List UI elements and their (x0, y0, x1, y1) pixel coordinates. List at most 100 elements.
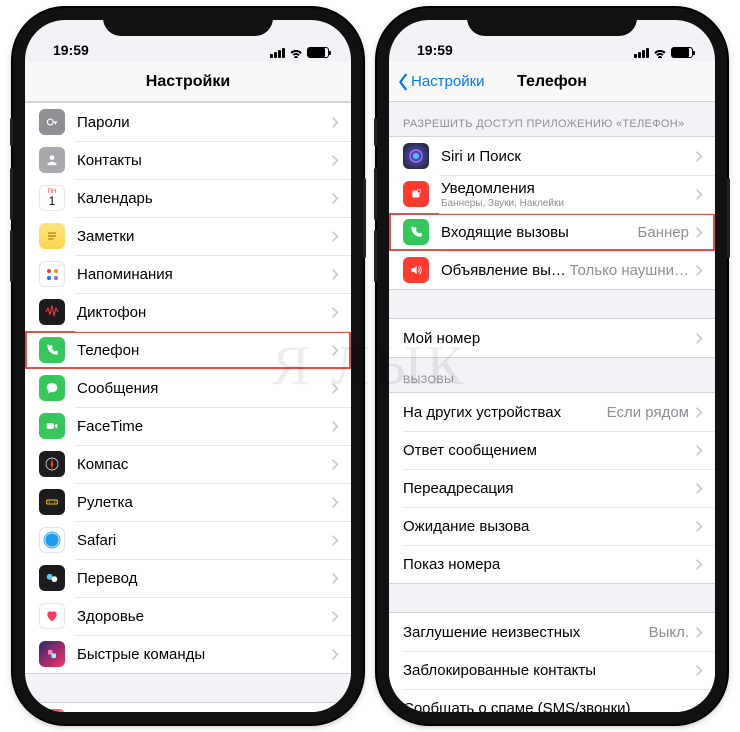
settings-row[interactable]: На других устройствахЕсли рядом (389, 393, 715, 431)
row-label: Компас (77, 456, 331, 473)
settings-row[interactable]: Safari (25, 521, 351, 559)
battery-icon (671, 47, 693, 58)
cellular-signal-icon (270, 48, 285, 58)
row-label: Заблокированные контакты (403, 662, 695, 679)
settings-row[interactable]: Диктофон (25, 293, 351, 331)
compass-icon (39, 451, 65, 477)
chevron-right-icon (331, 420, 339, 433)
music-icon (39, 709, 65, 712)
row-label: Здоровье (77, 608, 331, 625)
row-label: Показ номера (403, 556, 695, 573)
chevron-right-icon (695, 626, 703, 639)
chevron-right-icon (695, 444, 703, 457)
status-bar: 19:59 (25, 20, 351, 62)
row-label: Safari (77, 532, 331, 549)
measure-icon (39, 489, 65, 515)
row-subtitle: Баннеры, Звуки, Наклейки (441, 198, 695, 209)
settings-row[interactable]: Ответ сообщением (389, 431, 715, 469)
chevron-right-icon (331, 306, 339, 319)
row-label: Входящие вызовы (441, 224, 638, 241)
messages-icon (39, 375, 65, 401)
row-label: Рулетка (77, 494, 331, 511)
settings-row[interactable]: Заблокированные контакты (389, 651, 715, 689)
back-button[interactable]: Настройки (397, 73, 485, 91)
chevron-right-icon (331, 572, 339, 585)
status-time: 19:59 (417, 42, 453, 58)
settings-row[interactable]: FaceTime (25, 407, 351, 445)
row-label: Диктофон (77, 304, 331, 321)
voice-icon (39, 299, 65, 325)
settings-row[interactable]: Напоминания (25, 255, 351, 293)
settings-row[interactable]: Переадресация (389, 469, 715, 507)
row-label: Уведомления (441, 180, 695, 197)
row-label: Пароли (77, 114, 331, 131)
chevron-right-icon (695, 332, 703, 345)
chevron-right-icon (331, 610, 339, 623)
settings-row[interactable]: Входящие вызовыБаннер (389, 213, 715, 251)
settings-row[interactable]: Мой номер (389, 319, 715, 357)
chevron-left-icon (397, 73, 409, 91)
calendar-icon: ПН1 (39, 185, 65, 211)
phone-left: 19:59 Настройки Пароли Контакты ПН1 Календа… (13, 8, 363, 724)
status-bar: 19:59 (389, 20, 715, 62)
settings-row[interactable]: Здоровье (25, 597, 351, 635)
settings-row[interactable]: Музыка (25, 703, 351, 712)
chevron-right-icon (331, 344, 339, 357)
row-label: Объявление вызовов (441, 262, 570, 279)
settings-row[interactable]: Ожидание вызова (389, 507, 715, 545)
settings-row[interactable]: Телефон (25, 331, 351, 369)
row-label: Сообщения (77, 380, 331, 397)
settings-row[interactable]: ПН1 Календарь (25, 179, 351, 217)
chevron-right-icon (331, 230, 339, 243)
settings-row[interactable]: Компас (25, 445, 351, 483)
chevron-right-icon (331, 458, 339, 471)
settings-row[interactable]: Объявление вызововТолько наушни… (389, 251, 715, 289)
settings-row[interactable]: Сообщать о спаме (SMS/звонки) (389, 689, 715, 712)
cellular-signal-icon (634, 48, 649, 58)
section-header: ВЫЗОВЫ (389, 358, 715, 392)
shortcuts-icon (39, 641, 65, 667)
chevron-right-icon (331, 382, 339, 395)
settings-row[interactable]: Показ номера (389, 545, 715, 583)
settings-row[interactable]: Заметки (25, 217, 351, 255)
settings-row[interactable]: Быстрые команды (25, 635, 351, 673)
reminders-icon (39, 261, 65, 287)
chevron-right-icon (695, 520, 703, 533)
settings-row[interactable]: Сообщения (25, 369, 351, 407)
row-value: Баннер (638, 224, 689, 241)
settings-row[interactable]: Рулетка (25, 483, 351, 521)
row-label: Мой номер (403, 330, 695, 347)
chevron-right-icon (695, 702, 703, 713)
row-label: Напоминания (77, 266, 331, 283)
settings-row[interactable]: Пароли (25, 103, 351, 141)
row-value: Только наушни… (570, 262, 689, 279)
settings-row[interactable]: Siri и Поиск (389, 137, 715, 175)
announce-icon (403, 257, 429, 283)
page-title: Настройки (146, 73, 230, 91)
chevron-right-icon (331, 496, 339, 509)
chevron-right-icon (695, 482, 703, 495)
incoming-icon (403, 219, 429, 245)
settings-row[interactable]: Заглушение неизвестныхВыкл. (389, 613, 715, 651)
row-label: Ответ сообщением (403, 442, 695, 459)
wifi-icon (653, 48, 667, 58)
row-label: Ожидание вызова (403, 518, 695, 535)
phone-icon (39, 337, 65, 363)
passwords-icon (39, 109, 65, 135)
chevron-right-icon (695, 664, 703, 677)
notifications-icon (403, 181, 429, 207)
chevron-right-icon (331, 116, 339, 129)
row-label: Сообщать о спаме (SMS/звонки) (403, 700, 695, 713)
status-time: 19:59 (53, 42, 89, 58)
row-label: На других устройствах (403, 404, 607, 421)
chevron-right-icon (695, 226, 703, 239)
settings-row[interactable]: УведомленияБаннеры, Звуки, Наклейки (389, 175, 715, 213)
settings-row[interactable]: Контакты (25, 141, 351, 179)
nav-bar: Настройки (25, 62, 351, 102)
chevron-right-icon (331, 268, 339, 281)
section-header: РАЗРЕШИТЬ ДОСТУП ПРИЛОЖЕНИЮ «ТЕЛЕФОН» (389, 102, 715, 136)
chevron-right-icon (695, 558, 703, 571)
row-value: Если рядом (607, 404, 689, 421)
row-label: Календарь (77, 190, 331, 207)
settings-row[interactable]: Перевод (25, 559, 351, 597)
